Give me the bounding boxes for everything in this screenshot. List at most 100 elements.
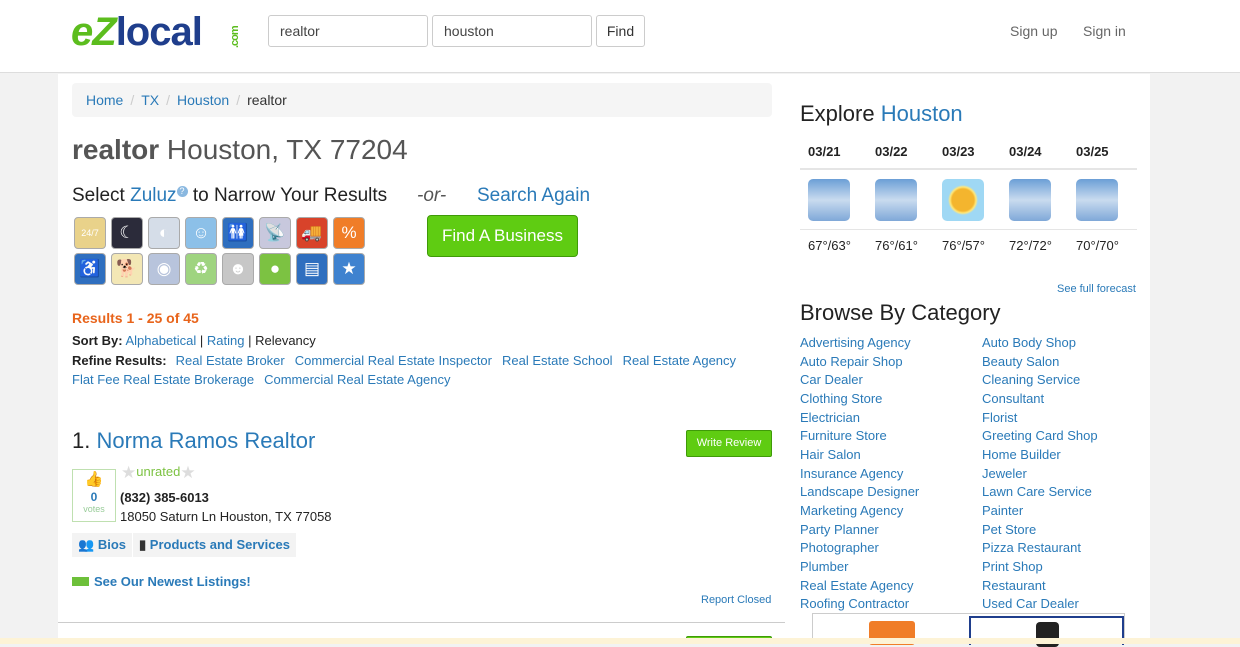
newest-listings-link[interactable]: See Our Newest Listings!	[94, 574, 251, 589]
refine-link[interactable]: Commercial Real Estate Agency	[264, 372, 450, 387]
category-link[interactable]: Marketing Agency	[800, 502, 982, 521]
search-again-link[interactable]: Search Again	[477, 185, 590, 207]
wifi-icon[interactable]: 📡	[259, 217, 291, 249]
category-link[interactable]: Hair Salon	[800, 446, 982, 465]
sign-up-link[interactable]: Sign up	[1010, 23, 1057, 39]
bios-tab[interactable]: 👥 Bios	[72, 533, 132, 557]
category-link[interactable]: Furniture Store	[800, 427, 982, 446]
category-link[interactable]: Florist	[982, 409, 1140, 428]
refine-link[interactable]: Real Estate Agency	[623, 353, 736, 368]
breadcrumb-home[interactable]: Home	[86, 92, 123, 108]
category-link[interactable]: Consultant	[982, 390, 1140, 409]
category-link[interactable]: Car Dealer	[800, 371, 982, 390]
forecast-cell	[800, 179, 867, 229]
forecast-cell	[1068, 179, 1135, 229]
category-link[interactable]: Electrician	[800, 409, 982, 428]
star-icon[interactable]: ★	[333, 253, 365, 285]
breadcrumb-houston[interactable]: Houston	[177, 92, 229, 108]
apple-icon[interactable]: ●	[259, 253, 291, 285]
category-link[interactable]: Insurance Agency	[800, 465, 982, 484]
dog-icon[interactable]: 🐕	[111, 253, 143, 285]
sort-alphabetical[interactable]: Alphabetical	[125, 333, 196, 348]
zuluz-heading: Select Zuluz? to Narrow Your Results	[72, 185, 388, 206]
category-link[interactable]: Auto Body Shop	[982, 334, 1140, 353]
category-link[interactable]: Auto Repair Shop	[800, 353, 982, 372]
category-link[interactable]: Home Builder	[982, 446, 1140, 465]
category-link[interactable]: Photographer	[800, 539, 982, 558]
category-link[interactable]: Print Shop	[982, 558, 1140, 577]
newest-listings[interactable]: See Our Newest Listings!	[72, 574, 251, 589]
report-closed-link[interactable]: Report Closed	[701, 594, 771, 606]
explore-heading: Explore Houston	[800, 101, 963, 126]
clipboard-icon[interactable]: ▤	[296, 253, 328, 285]
wheelchair-icon[interactable]: ♿	[74, 253, 106, 285]
products-tab[interactable]: ▮ Products and Services	[133, 533, 296, 557]
browse-heading: Browse By Category	[800, 300, 1001, 325]
refine-link[interactable]: Real Estate School	[502, 353, 613, 368]
globe-icon[interactable]: ◉	[148, 253, 180, 285]
category-link[interactable]: Roofing Contractor	[800, 595, 982, 614]
sort-by: Sort By: Alphabetical | Rating | Relevan…	[72, 333, 316, 348]
refine-link[interactable]: Real Estate Broker	[176, 353, 285, 368]
search-what-input[interactable]: realtor	[268, 15, 428, 47]
category-link[interactable]: Plumber	[800, 558, 982, 577]
recycle-icon[interactable]: ♻	[185, 253, 217, 285]
ezlocal-logo[interactable]: eZlocal .com	[71, 10, 241, 55]
page-title: realtor Houston, TX 77204	[72, 134, 408, 165]
full-forecast-link[interactable]: See full forecast	[1057, 283, 1136, 295]
find-button[interactable]: Find	[596, 15, 645, 47]
category-link[interactable]: Advertising Agency	[800, 334, 982, 353]
search-where-input[interactable]: houston	[432, 15, 592, 47]
divider	[58, 622, 785, 623]
vote-box[interactable]: 👍 0 votes	[72, 469, 116, 522]
zuluz-icons: 24/7 ☾ ◐ ☺ 🚻 📡 🚚% ♿ 🐕 ◉ ♻ ☻ ● ▤ ★	[74, 217, 374, 285]
help-icon[interactable]: ?	[176, 186, 188, 197]
sort-rating[interactable]: Rating	[207, 333, 245, 348]
find-a-business-button[interactable]: Find A Business	[427, 215, 578, 257]
breadcrumb-current: realtor	[247, 92, 287, 108]
forecast-cell	[1001, 179, 1068, 229]
breadcrumb-tx[interactable]: TX	[141, 92, 159, 108]
category-link[interactable]: Lawn Care Service	[982, 483, 1140, 502]
or-text: -or-	[417, 185, 447, 206]
category-link[interactable]: Landscape Designer	[800, 483, 982, 502]
write-review-button[interactable]: Write Review	[686, 430, 772, 457]
refine-link[interactable]: Flat Fee Real Estate Brokerage	[72, 372, 254, 387]
vote-count: 0	[90, 490, 98, 504]
category-link[interactable]: Pet Store	[982, 521, 1140, 540]
credit-card-icon[interactable]: ◐	[148, 217, 180, 249]
refine-link[interactable]: Commercial Real Estate Inspector	[295, 353, 492, 368]
explore-city-link[interactable]: Houston	[881, 101, 963, 126]
category-link[interactable]: Pizza Restaurant	[982, 539, 1140, 558]
sign-in-link[interactable]: Sign in	[1083, 23, 1126, 39]
sort-relevancy[interactable]: Relevancy	[255, 333, 316, 348]
senior-icon[interactable]: ☻	[222, 253, 254, 285]
category-link[interactable]: Real Estate Agency	[800, 577, 982, 596]
category-link[interactable]: Used Car Dealer	[982, 595, 1140, 614]
category-link[interactable]: Beauty Salon	[982, 353, 1140, 372]
rain-icon	[1076, 179, 1118, 221]
listing-title: 1. Norma Ramos Realtor	[72, 428, 316, 453]
people-icon: 👥	[78, 537, 95, 552]
products-link[interactable]: Products and Services	[150, 537, 290, 552]
delivery-icon[interactable]: 🚚	[296, 217, 328, 249]
category-link[interactable]: Clothing Store	[800, 390, 982, 409]
tag-icon	[72, 577, 89, 586]
listing-name-link[interactable]: Norma Ramos Realtor	[96, 428, 315, 453]
24-7-icon[interactable]: 24/7	[74, 217, 106, 249]
category-link[interactable]: Party Planner	[800, 521, 982, 540]
sale-icon[interactable]: %	[333, 217, 365, 249]
bios-link[interactable]: Bios	[98, 537, 126, 552]
refine-results: Refine Results: Real Estate Broker Commerc…	[72, 353, 737, 387]
category-link[interactable]: Cleaning Service	[982, 371, 1140, 390]
forecast-date: 03/22	[875, 144, 908, 159]
night-icon[interactable]: ☾	[111, 217, 143, 249]
kid-icon[interactable]: ☺	[185, 217, 217, 249]
forecast-date: 03/23	[942, 144, 975, 159]
restroom-icon[interactable]: 🚻	[222, 217, 254, 249]
category-link[interactable]: Painter	[982, 502, 1140, 521]
category-link[interactable]: Restaurant	[982, 577, 1140, 596]
category-link[interactable]: Jeweler	[982, 465, 1140, 484]
category-link[interactable]: Greeting Card Shop	[982, 427, 1140, 446]
zuluz-link[interactable]: Zuluz	[130, 185, 176, 206]
